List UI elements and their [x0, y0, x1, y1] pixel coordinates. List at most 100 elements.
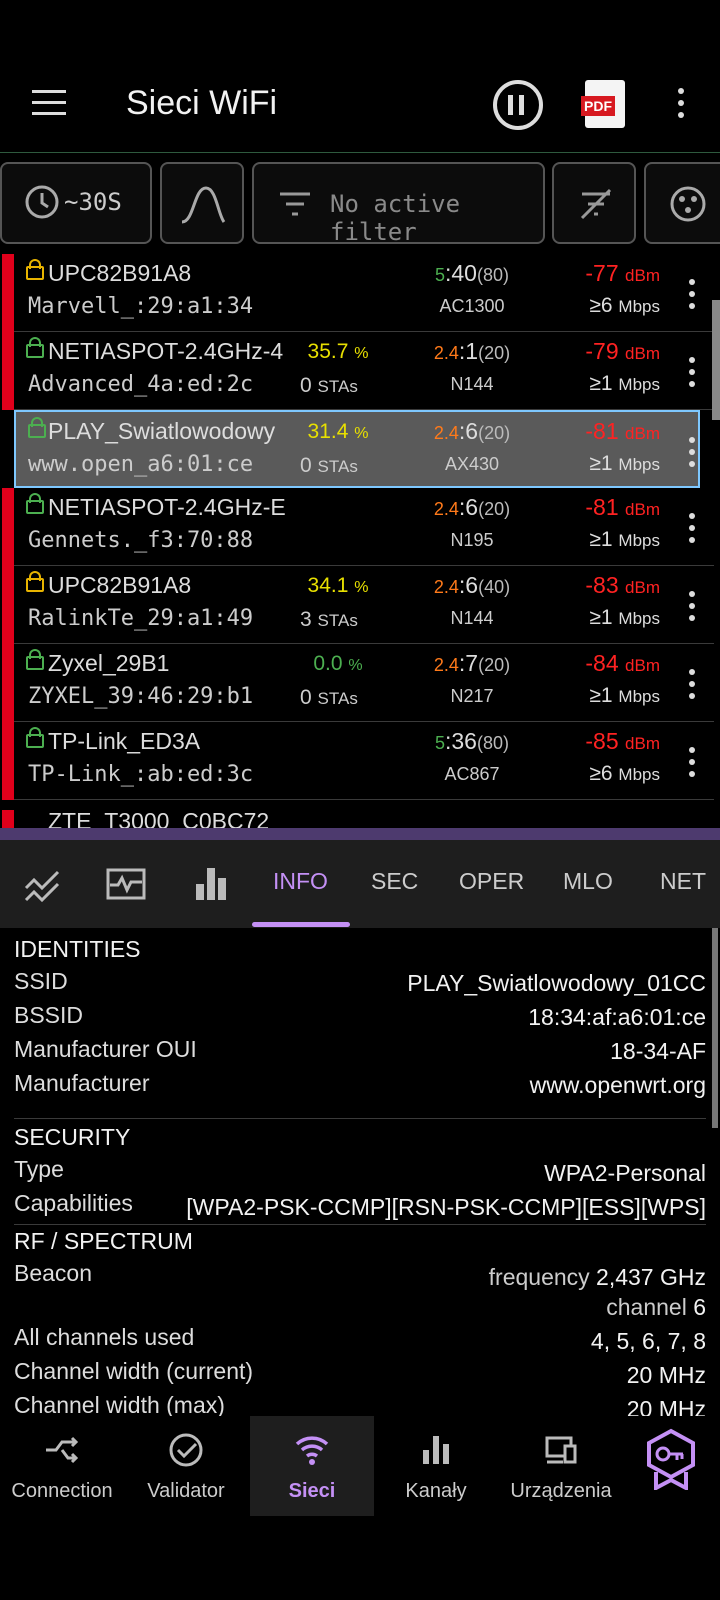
divider: [14, 1224, 706, 1225]
nav-label: Connection: [11, 1480, 113, 1502]
signal-dbm: -83 dBm: [585, 572, 660, 598]
oui-label: Manufacturer OUI: [14, 1036, 197, 1062]
beacon-label: Beacon: [14, 1260, 93, 1286]
band-channel: 5:40(80): [434, 260, 509, 286]
signal-dbm: -85 dBm: [585, 728, 660, 754]
lock-icon: [26, 571, 44, 592]
wifi-standard: N144: [450, 608, 494, 628]
row-menu-icon[interactable]: [688, 669, 696, 705]
wifi-standard: AX430: [444, 454, 500, 474]
signal-dbm: -81 dBm: [585, 418, 660, 444]
overflow-menu-icon[interactable]: [677, 88, 685, 124]
list-item[interactable]: Zyxel_29B1 ZYXEL_39:46:29:b1 0.0 % 0 STAs 2.…: [2, 644, 714, 722]
channel-utilization: 0.0 %: [313, 652, 363, 675]
all-channels-value: 4, 5, 6, 7, 8: [590, 1328, 706, 1354]
network-ssid: NETIASPOT-2.4GHz-4: [48, 338, 284, 364]
network-vendor-mac: Gennets._f3:70:88: [28, 528, 254, 553]
channel-utilization: 34.1 %: [307, 574, 369, 597]
station-count: 0 STAs: [300, 374, 358, 397]
signal-monitor-icon[interactable]: [106, 868, 146, 902]
connection-icon: [46, 1436, 79, 1464]
row-menu-icon[interactable]: [688, 591, 696, 627]
network-vendor-mac: www.open_a6:01:ce: [28, 452, 254, 477]
row-menu-icon[interactable]: [688, 437, 696, 473]
row-menu-icon[interactable]: [688, 357, 696, 393]
network-vendor-mac: Marvell_:29:a1:34: [28, 294, 254, 319]
bar-chart-icon[interactable]: [194, 864, 228, 902]
pause-icon[interactable]: [493, 80, 543, 130]
network-ssid: NETIASPOT-2.4GHz-E: [48, 494, 286, 520]
list-item[interactable]: NETIASPOT-2.4GHz-E Gennets._f3:70:88 2.4:…: [2, 488, 714, 566]
capabilities-value: [WPA2-PSK-CCMP][RSN-PSK-CCMP][ESS][WPS]: [186, 1194, 706, 1220]
list-item[interactable]: ZTE_T3000_C0BC72: [2, 810, 714, 828]
divider: [14, 1118, 706, 1119]
clear-filter-button[interactable]: [552, 162, 636, 244]
list-item[interactable]: UPC82B91A8 Marvell_:29:a1:34 5:40(80) AC13…: [2, 254, 714, 332]
list-item[interactable]: UPC82B91A8 RalinkTe_29:a1:49 34.1 % 3 STAs 2…: [2, 566, 714, 644]
nav-connection[interactable]: Connection: [0, 1416, 124, 1516]
nav-validator[interactable]: Validator: [124, 1416, 248, 1516]
signal-dbm: -84 dBm: [585, 650, 660, 676]
detail-tabs: INFO SEC OPER MLO NET: [0, 840, 720, 928]
nav-urzadzenia[interactable]: Urządzenia: [498, 1416, 624, 1516]
tab-oper[interactable]: OPER: [459, 868, 524, 895]
row-menu-icon[interactable]: [688, 747, 696, 783]
signal-strength-bar: [2, 254, 14, 332]
menu-icon[interactable]: [32, 90, 66, 118]
list-item[interactable]: TP-Link_ED3A TP-Link_:ab:ed:3c 5:36(80) AC…: [2, 722, 714, 800]
list-item[interactable]: PLAY_Swiatlowodowy www.open_a6:01:ce 31.4 …: [14, 410, 700, 488]
lock-icon: [26, 259, 44, 280]
capabilities-label: Capabilities: [14, 1190, 133, 1216]
row-menu-icon[interactable]: [688, 513, 696, 549]
app-bar: Sieci WiFi PDF: [0, 60, 720, 150]
signal-strength-bar: [2, 722, 14, 800]
station-count: 0 STAs: [300, 454, 358, 477]
section-identities: IDENTITIES: [14, 936, 141, 962]
lock-icon: [26, 337, 44, 358]
network-ssid: Zyxel_29B1: [48, 650, 170, 676]
signal-strength-bar: [2, 332, 14, 410]
network-vendor-mac: ZYXEL_39:46:29:b1: [28, 684, 254, 709]
info-scrollbar[interactable]: [712, 928, 718, 1128]
channel-utilization: 35.7 %: [307, 340, 369, 363]
pane-divider[interactable]: [0, 828, 720, 840]
premium-badge-icon[interactable]: [642, 1428, 700, 1490]
type-label: Type: [14, 1156, 64, 1182]
filter-label: No active filter: [330, 190, 461, 246]
page-title: Sieci WiFi: [126, 84, 278, 122]
tab-net[interactable]: NET: [660, 868, 706, 895]
signal-strength-bar: [2, 488, 14, 566]
link-speed: ≥1 Mbps: [589, 528, 660, 551]
nav-label: Kanały: [405, 1480, 467, 1502]
network-ssid: PLAY_Swiatlowodowy: [48, 418, 276, 444]
ssid-label: SSID: [14, 968, 68, 994]
network-list: UPC82B91A8 Marvell_:29:a1:34 5:40(80) AC13…: [0, 254, 720, 828]
list-scrollbar[interactable]: [712, 300, 720, 420]
vendor-button[interactable]: [644, 162, 720, 244]
nav-kanaly[interactable]: Kanały: [374, 1416, 498, 1516]
tab-sec[interactable]: SEC: [371, 868, 418, 895]
row-menu-icon[interactable]: [688, 279, 696, 315]
wifi-standard: AC1300: [439, 296, 505, 316]
filter-button[interactable]: No active filter: [252, 162, 545, 246]
graph-line-icon[interactable]: [24, 868, 60, 902]
signal-strength-bar: [2, 644, 14, 722]
wifi-standard: AC867: [444, 764, 500, 784]
signal-curve-button[interactable]: [160, 162, 244, 244]
nav-sieci[interactable]: Sieci: [250, 1416, 374, 1516]
scan-interval-button[interactable]: ~30S: [0, 162, 152, 244]
tab-mlo[interactable]: MLO: [563, 868, 613, 895]
divider: [0, 152, 720, 153]
network-ssid: TP-Link_ED3A: [48, 728, 201, 754]
nav-label: Sieci: [288, 1480, 336, 1502]
nav-label: Validator: [147, 1480, 225, 1502]
signal-dbm: -81 dBm: [585, 494, 660, 520]
pdf-export-icon[interactable]: PDF: [581, 80, 625, 128]
channel-width-current-label: Channel width (current): [14, 1358, 254, 1384]
signal-strength-bar: [2, 566, 14, 644]
list-item[interactable]: NETIASPOT-2.4GHz-4 Advanced_4a:ed:2c 35.7 …: [2, 332, 714, 410]
tab-info[interactable]: INFO: [273, 868, 328, 895]
signal-dbm: -79 dBm: [585, 338, 660, 364]
type-value: WPA2-Personal: [544, 1160, 706, 1186]
bar-chart-icon: [423, 1436, 449, 1464]
